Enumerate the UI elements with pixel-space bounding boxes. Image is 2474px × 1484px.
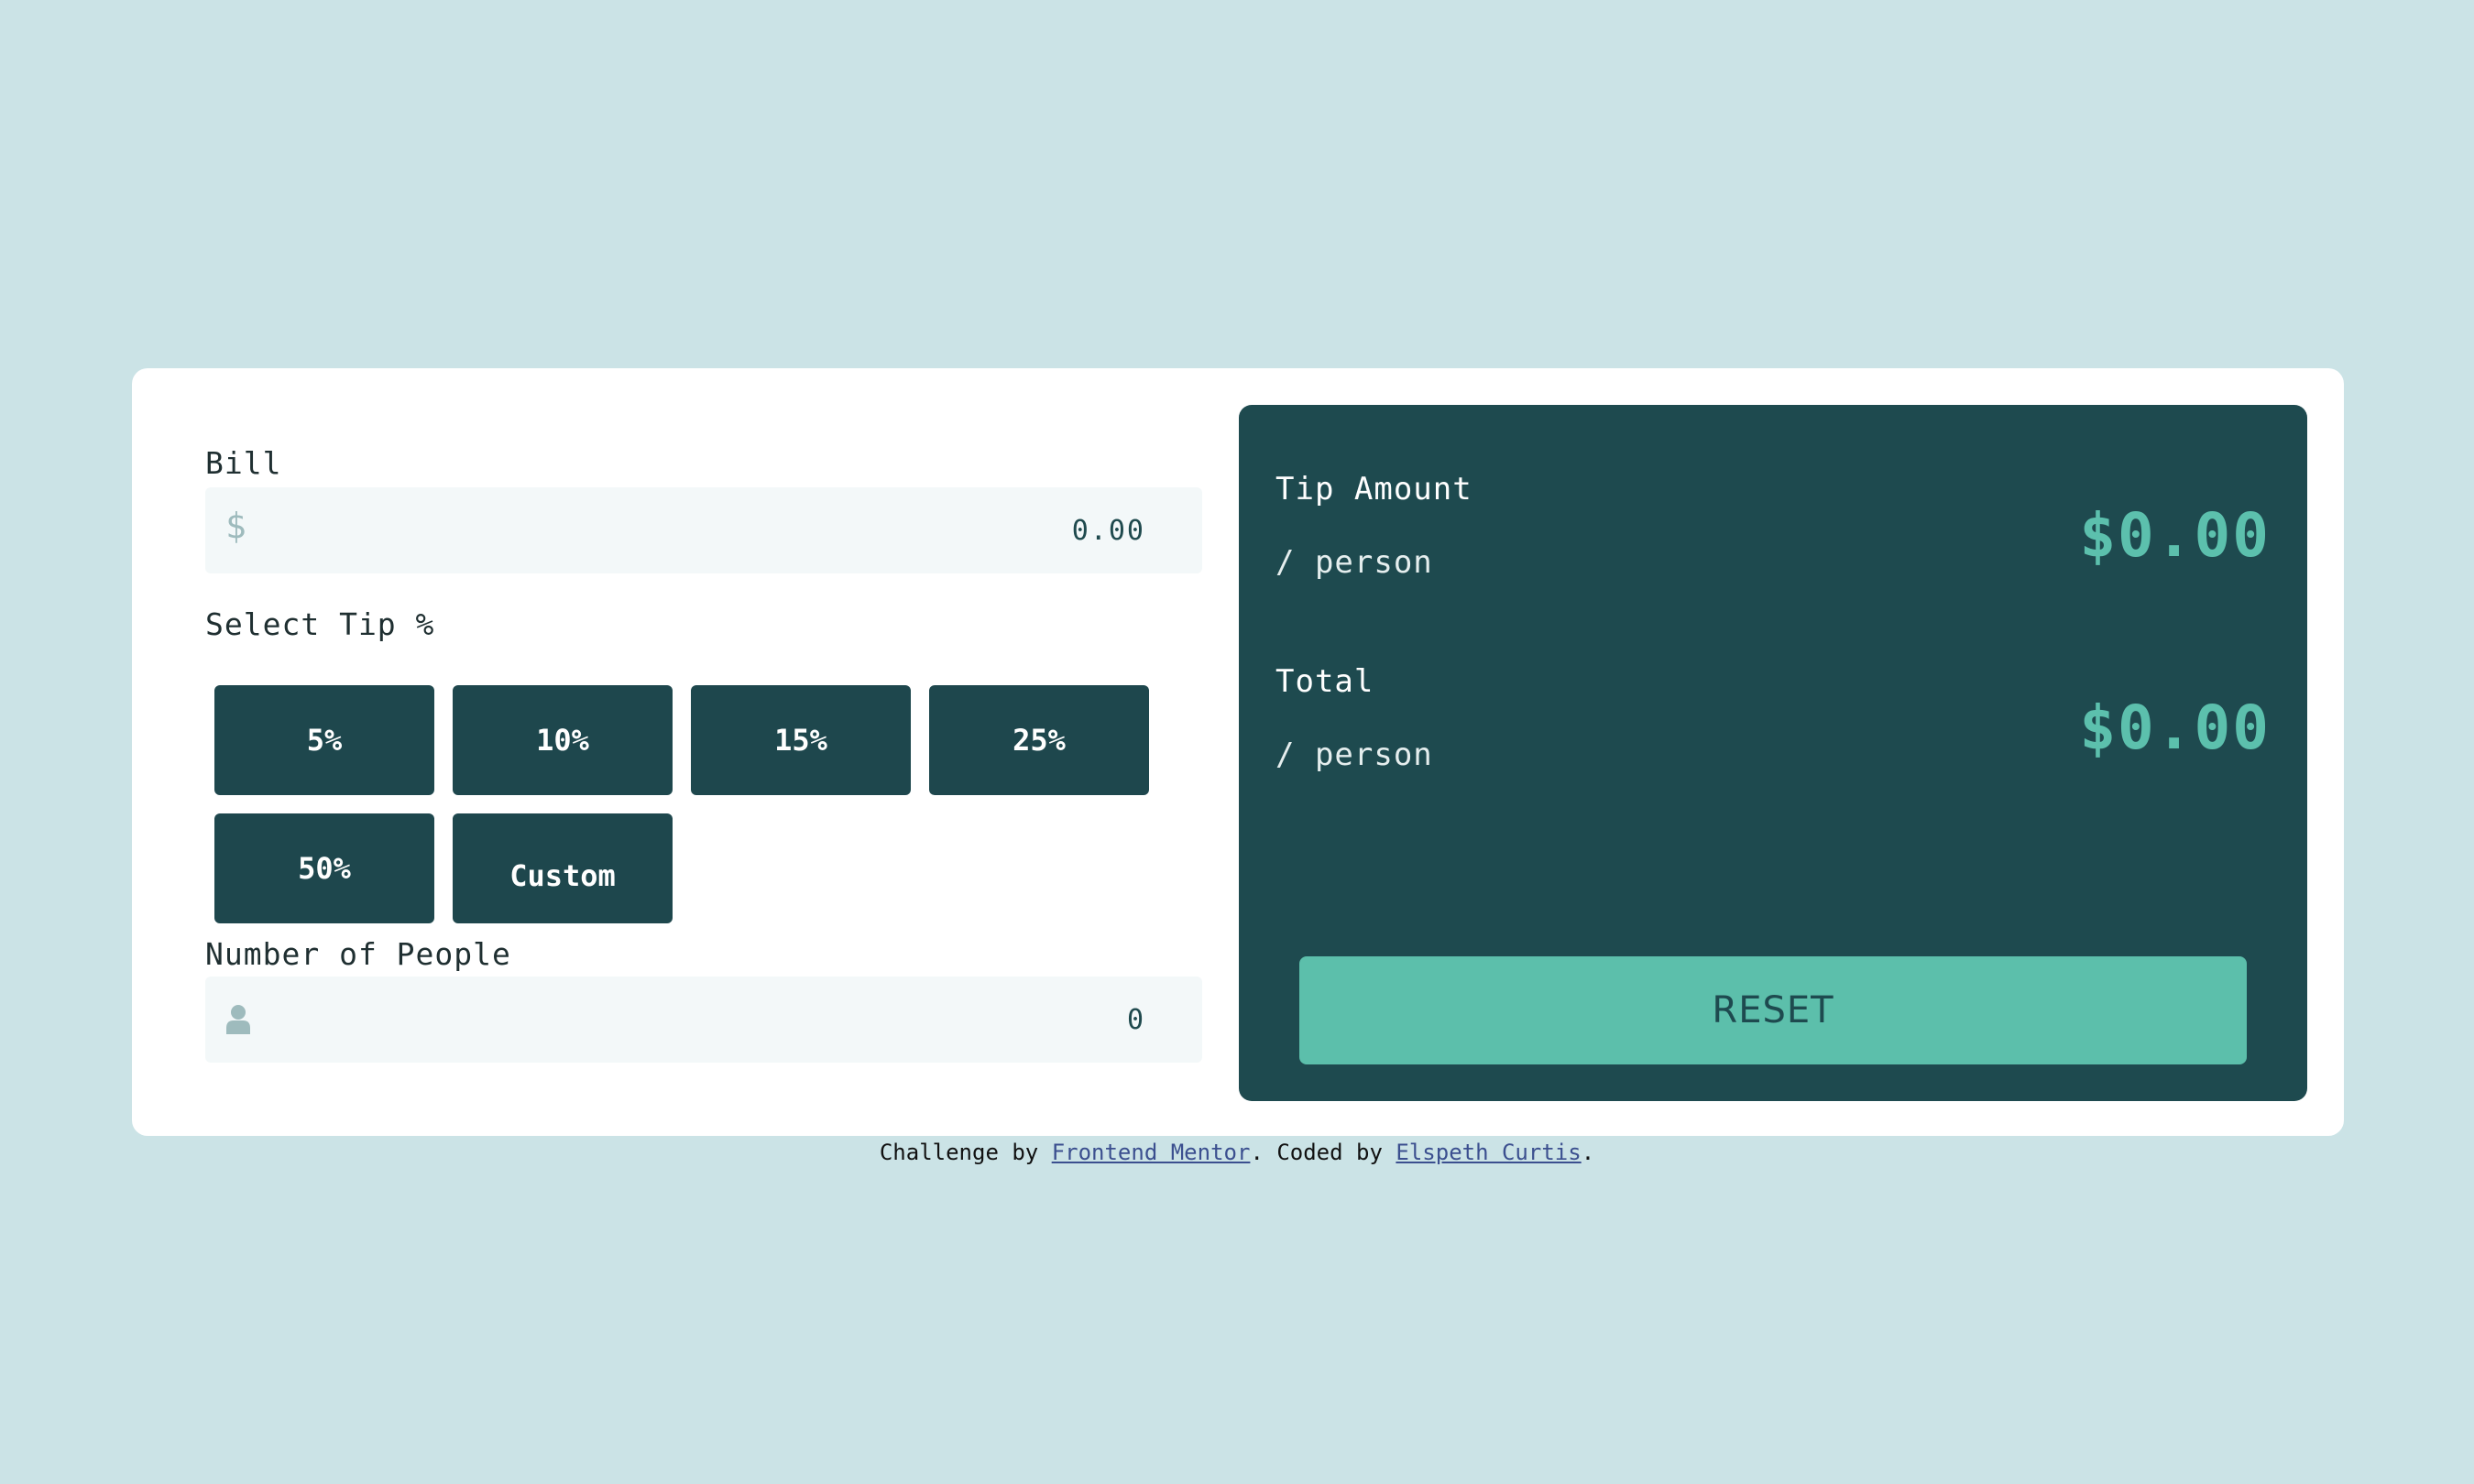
summary-panel: Tip Amount / person $0.00 Total / person… <box>1239 405 2307 1101</box>
tip-button-25[interactable]: 25% <box>929 685 1149 795</box>
attribution-footer: Challenge by Frontend Mentor. Coded by E… <box>0 1140 2474 1165</box>
tip-per-person-label: / person <box>1275 544 1433 581</box>
tip-button-50[interactable]: 50% <box>214 813 434 923</box>
tip-button-custom[interactable]: Custom <box>453 813 673 923</box>
frontend-mentor-link[interactable]: Frontend Mentor <box>1052 1140 1251 1165</box>
tip-button-15[interactable]: 15% <box>691 685 911 795</box>
person-icon <box>225 1004 251 1039</box>
tip-button-5[interactable]: 5% <box>214 685 434 795</box>
reset-button[interactable]: RESET <box>1299 956 2247 1064</box>
bill-value: 0.00 <box>1071 515 1145 547</box>
footer-middle: . Coded by <box>1250 1140 1396 1165</box>
calculator-card: Bill $ 0.00 Select Tip % 5% 10% 15% 25% … <box>132 368 2344 1136</box>
tip-button-10[interactable]: 10% <box>453 685 673 795</box>
total-label: Total <box>1275 663 1374 700</box>
footer-prefix: Challenge by <box>879 1140 1052 1165</box>
tip-amount-value: $0.00 <box>2079 500 2271 571</box>
people-input[interactable]: 0 <box>205 977 1202 1063</box>
author-link[interactable]: Elspeth Curtis <box>1396 1140 1581 1165</box>
people-value: 0 <box>1126 1004 1145 1036</box>
footer-suffix: . <box>1581 1140 1595 1165</box>
tip-amount-label: Tip Amount <box>1275 471 1472 507</box>
dollar-icon: $ <box>225 506 246 546</box>
bill-label: Bill <box>205 445 282 481</box>
bill-input[interactable]: $ 0.00 <box>205 487 1202 573</box>
total-value: $0.00 <box>2079 693 2271 763</box>
total-per-person-label: / person <box>1275 737 1433 773</box>
tip-label: Select Tip % <box>205 606 435 642</box>
people-label: Number of People <box>205 936 511 972</box>
